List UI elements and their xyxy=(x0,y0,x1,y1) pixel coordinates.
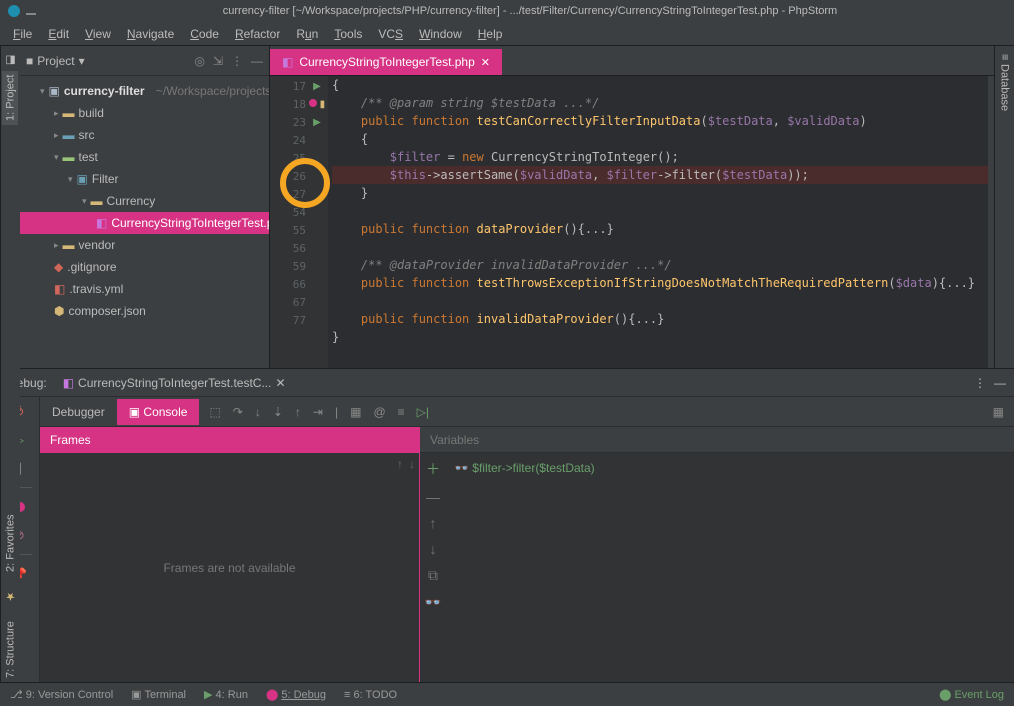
menu-run[interactable]: Run xyxy=(289,25,325,43)
status-debug[interactable]: ⬤ 5: Debug xyxy=(266,688,326,701)
step-out-icon[interactable]: ↑ xyxy=(295,405,301,419)
variables-panel: Variables ＋ — ↑ ↓ ⧉ 👓 👓 $filter->fil xyxy=(420,427,1014,682)
watch-expression: $filter->filter($testData) xyxy=(472,461,594,475)
database-tool-icon[interactable]: ≡ xyxy=(999,54,1011,60)
frames-body: ↑ ↓ Frames are not available xyxy=(40,453,419,682)
left-tool-stripe-bottom: 7: Structure ★ 2: Favorites xyxy=(0,368,20,682)
step-over-icon[interactable]: ↷ xyxy=(233,405,243,419)
editor-area: ◧ CurrencyStringToIntegerTest.php ✕ 1718… xyxy=(270,46,994,368)
right-tool-stripe: ≡ Database xyxy=(994,46,1014,368)
status-run[interactable]: ▶ 4: Run xyxy=(204,688,248,701)
titlebar: currency-filter [~/Workspace/projects/PH… xyxy=(0,0,1014,22)
menu-tools[interactable]: Tools xyxy=(327,25,369,43)
debug-more-icon[interactable]: ⋮ xyxy=(974,376,986,390)
project-header: ■ Project ▾ ◎ ⇲ ⋮ — xyxy=(20,46,269,76)
run-marks-gutter: ▶ ▮▶ xyxy=(306,76,328,368)
tree-folder-src[interactable]: ▸▬src xyxy=(20,124,269,146)
debug-header: Debug: ◧CurrencyStringToIntegerTest.test… xyxy=(0,369,1014,397)
status-todo[interactable]: ≡ 6: TODO xyxy=(344,689,397,701)
status-eventlog[interactable]: ⬤ Event Log xyxy=(939,688,1004,701)
run-to-cursor-icon[interactable]: ⇥ xyxy=(313,405,323,419)
tree-file-gitignore[interactable]: ◆.gitignore xyxy=(20,256,269,278)
favorites-tool-tab[interactable]: 2: Favorites xyxy=(3,511,19,576)
menu-help[interactable]: Help xyxy=(471,25,510,43)
tree-folder-filter[interactable]: ▾▣Filter xyxy=(20,168,269,190)
console-tab[interactable]: ▣ Console xyxy=(117,399,200,425)
variables-toolbar: ＋ — ↑ ↓ ⧉ 👓 xyxy=(420,453,446,682)
status-version-control[interactable]: ⎇ 9: Version Control xyxy=(10,688,113,701)
debug-tabbar: Debugger ▣ Console ⬚ ↷ ↓ ⇣ ↑ ⇥ | ▦ @ ≡ ▷… xyxy=(40,397,1014,427)
minimize-window-icon[interactable] xyxy=(26,13,36,15)
debug-panel: Debug: ◧CurrencyStringToIntegerTest.test… xyxy=(0,368,1014,682)
tree-folder-currency[interactable]: ▾▬Currency xyxy=(20,190,269,212)
watch-icon[interactable]: @ xyxy=(373,405,385,419)
status-terminal[interactable]: ▣ Terminal xyxy=(131,688,186,701)
project-view-selector[interactable]: ■ Project ▾ xyxy=(26,54,188,68)
tree-file-test[interactable]: ◧CurrencyStringToIntegerTest.php xyxy=(20,212,269,234)
tree-root[interactable]: ▾▣ currency-filter ~/Workspace/projects/… xyxy=(20,80,269,102)
menu-file[interactable]: File xyxy=(6,25,39,43)
variables-content[interactable]: 👓 $filter->filter($testData) xyxy=(446,453,603,682)
target-icon[interactable]: ◎ xyxy=(194,54,204,68)
move-down-icon[interactable]: ↓ xyxy=(430,541,437,557)
tree-file-travis[interactable]: ◧.travis.yml xyxy=(20,278,269,300)
hide-panel-icon[interactable]: — xyxy=(251,54,263,68)
left-tool-stripe: 1: Project ◧ xyxy=(0,46,20,368)
tree-folder-build[interactable]: ▸▬build xyxy=(20,102,269,124)
move-up-icon[interactable]: ↑ xyxy=(430,515,437,531)
menu-window[interactable]: Window xyxy=(412,25,469,43)
watch-glasses-icon: 👓 xyxy=(454,461,469,475)
frames-empty-msg: Frames are not available xyxy=(163,561,295,575)
collapse-icon[interactable]: ⇲ xyxy=(213,54,223,68)
menu-vcs[interactable]: VCS xyxy=(371,25,410,43)
add-watch-icon[interactable]: ＋ xyxy=(426,459,440,479)
menubar: File Edit View Navigate Code Refactor Ru… xyxy=(0,22,1014,46)
menu-navigate[interactable]: Navigate xyxy=(120,25,181,43)
project-panel: ■ Project ▾ ◎ ⇲ ⋮ — ▾▣ currency-filter ~… xyxy=(20,46,270,368)
project-tool-icon: ◧ xyxy=(4,54,17,67)
statusbar: ⎇ 9: Version Control ▣ Terminal ▶ 4: Run… xyxy=(0,682,1014,706)
threads-icon[interactable]: ≡ xyxy=(398,405,405,419)
tree-file-composer[interactable]: ⬢composer.json xyxy=(20,300,269,322)
debug-hide-icon[interactable]: — xyxy=(994,376,1006,390)
layout-icon[interactable]: ▦ xyxy=(993,405,1014,419)
database-tool-tab[interactable]: Database xyxy=(999,64,1011,111)
close-tab-icon[interactable]: ✕ xyxy=(481,56,490,69)
editor-tabs: ◧ CurrencyStringToIntegerTest.php ✕ xyxy=(270,46,994,76)
menu-edit[interactable]: Edit xyxy=(41,25,76,43)
window-title: currency-filter [~/Workspace/projects/PH… xyxy=(46,5,1014,17)
editor-tab-active[interactable]: ◧ CurrencyStringToIntegerTest.php ✕ xyxy=(270,49,502,75)
frames-up-icon[interactable]: ↑ xyxy=(397,457,403,471)
frames-header: Frames xyxy=(40,427,419,453)
debug-session-tab[interactable]: ◧CurrencyStringToIntegerTest.testC...✕ xyxy=(55,372,294,394)
project-tree: ▾▣ currency-filter ~/Workspace/projects/… xyxy=(20,76,269,368)
force-step-icon[interactable]: ⇣ xyxy=(273,405,283,419)
structure-tool-tab[interactable]: 7: Structure xyxy=(3,617,19,682)
editor-tab-label: CurrencyStringToIntegerTest.php xyxy=(299,55,474,69)
glasses-icon[interactable]: 👓 xyxy=(424,594,441,611)
code-editor[interactable]: { /** @param string $testData ...*/ publ… xyxy=(328,76,988,368)
step-into-icon[interactable]: ⬚ xyxy=(209,405,220,419)
close-window-icon[interactable] xyxy=(8,5,20,17)
favorites-star-icon: ★ xyxy=(2,586,19,607)
copy-icon[interactable]: ⧉ xyxy=(428,567,438,584)
tree-folder-vendor[interactable]: ▸▬vendor xyxy=(20,234,269,256)
frames-panel: Frames ↑ ↓ Frames are not available xyxy=(40,427,420,682)
project-tool-tab[interactable]: 1: Project xyxy=(3,71,19,125)
evaluate-icon[interactable]: ▦ xyxy=(350,405,361,419)
remove-watch-icon[interactable]: — xyxy=(426,489,440,505)
line-numbers-gutter: 1718232425262754555659666777 xyxy=(270,76,306,368)
variables-header: Variables xyxy=(420,427,1014,453)
menu-code[interactable]: Code xyxy=(183,25,226,43)
tree-folder-test[interactable]: ▾▬test xyxy=(20,146,269,168)
step-down-icon[interactable]: ↓ xyxy=(255,405,261,419)
debugger-tab[interactable]: Debugger xyxy=(40,399,117,425)
resume-prog-icon[interactable]: ▷| xyxy=(417,405,429,419)
frames-down-icon[interactable]: ↓ xyxy=(409,457,415,471)
menu-refactor[interactable]: Refactor xyxy=(228,25,287,43)
more-icon[interactable]: ⋮ xyxy=(231,54,243,68)
menu-view[interactable]: View xyxy=(78,25,118,43)
